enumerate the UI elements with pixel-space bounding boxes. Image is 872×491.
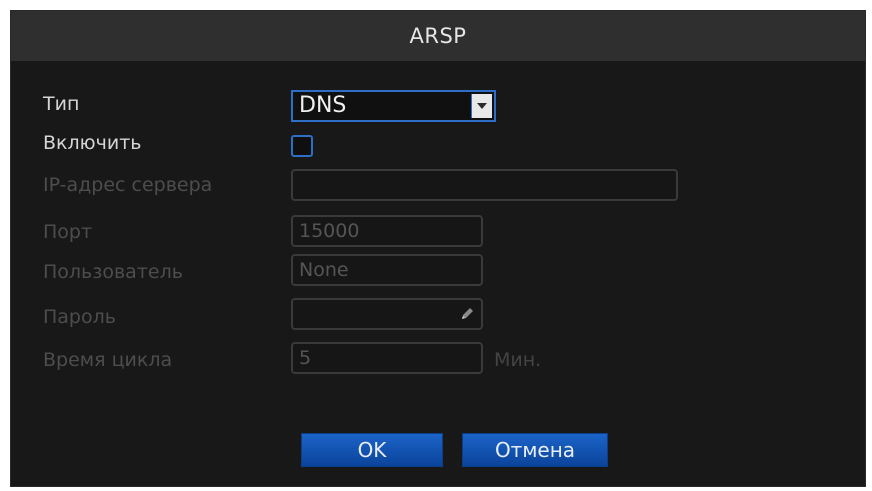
password-input[interactable] [291, 298, 483, 330]
type-select-value: DNS [299, 93, 347, 118]
cycle-time-unit: Мин. [494, 349, 542, 371]
cancel-button[interactable]: Отмена [462, 433, 608, 467]
cycle-time-input[interactable]: 5 [291, 342, 483, 374]
pencil-icon[interactable] [459, 306, 475, 322]
type-select[interactable]: DNS [291, 90, 496, 122]
arsp-dialog: ARSP Тип DNS Включить IP-адрес сервера П… [10, 10, 866, 487]
type-label: Тип [43, 93, 80, 115]
server-ip-label: IP-адрес сервера [43, 174, 213, 196]
port-input[interactable]: 15000 [291, 215, 483, 247]
title-bar: ARSP [11, 11, 865, 61]
server-ip-input[interactable] [291, 169, 678, 201]
enable-label: Включить [43, 132, 142, 154]
user-input[interactable]: None [291, 254, 483, 286]
dialog-title: ARSP [409, 24, 467, 48]
user-label: Пользователь [43, 261, 183, 283]
password-label: Пароль [43, 306, 116, 328]
cycle-time-label: Время цикла [43, 349, 173, 371]
port-label: Порт [43, 221, 93, 243]
chevron-down-icon[interactable] [471, 94, 492, 118]
ok-button[interactable]: OK [301, 433, 443, 467]
enable-checkbox[interactable] [291, 135, 313, 157]
